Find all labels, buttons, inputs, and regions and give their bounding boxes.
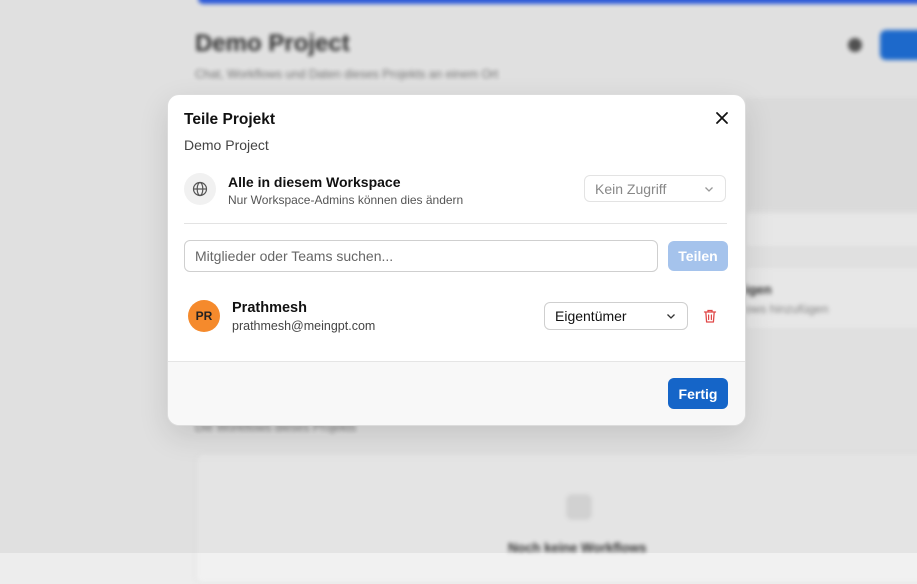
member-search-input[interactable] bbox=[184, 240, 658, 272]
member-role-select[interactable]: Eigentümer bbox=[544, 302, 688, 330]
divider bbox=[184, 223, 727, 224]
close-icon[interactable] bbox=[713, 109, 731, 127]
member-row: PR Prathmesh prathmesh@meingpt.com Eigen… bbox=[184, 295, 727, 339]
workspace-access-row: Alle in diesem Workspace Nur Workspace-A… bbox=[184, 173, 727, 207]
dialog-footer: Fertig bbox=[168, 361, 745, 425]
globe-icon bbox=[184, 173, 216, 205]
member-email: prathmesh@meingpt.com bbox=[232, 319, 376, 333]
dialog-subtitle: Demo Project bbox=[184, 137, 269, 153]
dialog-title: Teile Projekt bbox=[184, 111, 276, 128]
workspace-access-value: Kein Zugriff bbox=[595, 180, 667, 197]
workspace-access-description: Nur Workspace-Admins können dies ändern bbox=[228, 193, 464, 207]
share-button[interactable]: Teilen bbox=[668, 241, 728, 271]
trash-icon[interactable] bbox=[702, 308, 718, 324]
avatar: PR bbox=[188, 300, 220, 332]
done-button[interactable]: Fertig bbox=[668, 378, 728, 409]
member-role-value: Eigentümer bbox=[555, 308, 627, 324]
member-name: Prathmesh bbox=[232, 300, 307, 316]
share-project-dialog: Teile Projekt Demo Project Alle in diese… bbox=[167, 94, 746, 426]
workspace-access-title: Alle in diesem Workspace bbox=[228, 174, 401, 190]
chevron-down-icon bbox=[667, 314, 675, 319]
workspace-access-select: Kein Zugriff bbox=[584, 175, 726, 202]
chevron-down-icon bbox=[705, 186, 713, 192]
